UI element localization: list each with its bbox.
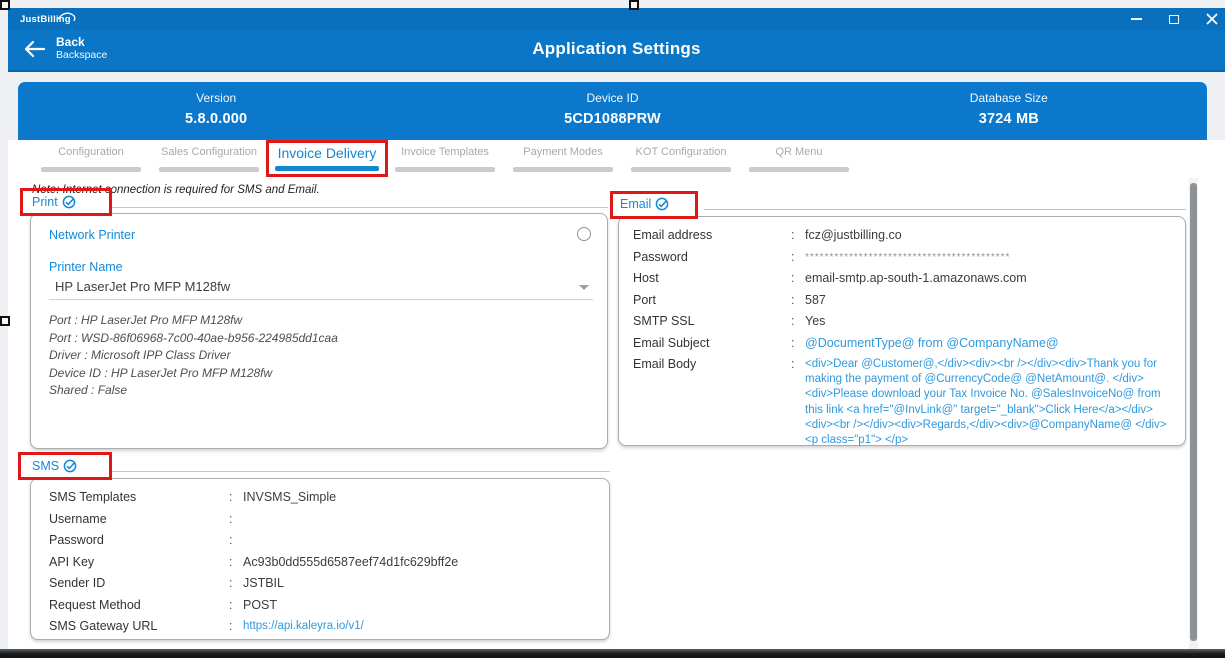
email-port-row[interactable]: Port : 587 (633, 290, 1175, 312)
email-section-legend[interactable]: Email (620, 197, 674, 211)
scrollbar-thumb[interactable] (1190, 183, 1197, 641)
network-printer-option[interactable]: Network Printer (49, 228, 135, 242)
sms-password-row[interactable]: Password : (49, 530, 599, 552)
email-legend-rule (704, 209, 1186, 210)
database-size-info: Database Size 3724 MB (811, 82, 1207, 140)
email-legend-label: Email (620, 197, 651, 211)
printer-detail-line: Port : WSD-86f06968-7c00-40ae-b956-22498… (49, 330, 338, 348)
chevron-down-icon (579, 285, 589, 290)
version-label: Version (18, 91, 414, 105)
tab-underline (513, 167, 613, 172)
smtp-ssl-row[interactable]: SMTP SSL : Yes (633, 311, 1175, 333)
tab-kot-configuration[interactable]: KOT Configuration (622, 145, 740, 178)
tab-underline (749, 167, 849, 172)
sms-request-method-row[interactable]: Request Method : POST (49, 595, 599, 617)
spacer-band (8, 72, 1225, 82)
print-legend-label: Print (32, 195, 58, 209)
tab-invoice-delivery[interactable]: Invoice Delivery (268, 145, 386, 178)
selection-handle (0, 0, 10, 10)
tab-underline (631, 167, 731, 172)
printer-details: Port : HP LaserJet Pro MFP M128fw Port :… (49, 312, 338, 400)
sms-templates-row[interactable]: SMS Templates : INVSMS_Simple (49, 487, 599, 509)
network-printer-radio[interactable] (577, 227, 591, 241)
sms-section-legend[interactable]: SMS (32, 459, 82, 473)
email-body-row[interactable]: Email Body : <div>Dear @Customer@,</div>… (633, 354, 1175, 448)
print-panel: Network Printer Printer Name HP LaserJet… (30, 213, 608, 449)
sms-sender-id-row[interactable]: Sender ID : JSTBIL (49, 573, 599, 595)
email-address-row[interactable]: Email address : fcz@justbilling.co (633, 225, 1175, 247)
window-bottom-edge (0, 649, 1225, 658)
printer-name-label: Printer Name (49, 260, 123, 274)
printer-detail-line: Driver : Microsoft IPP Class Driver (49, 347, 338, 365)
sms-legend-rule (112, 471, 610, 472)
version-info: Version 5.8.0.000 (18, 82, 414, 140)
sms-legend-label: SMS (32, 459, 59, 473)
info-bar: Version 5.8.0.000 Device ID 5CD1088PRW D… (18, 82, 1207, 140)
app-bar: Back Backspace Application Settings (8, 30, 1225, 72)
sms-gateway-url-row[interactable]: SMS Gateway URL : https://api.kaleyra.io… (49, 616, 599, 638)
database-size-value: 3724 MB (811, 111, 1207, 127)
check-circle-icon[interactable] (62, 195, 76, 209)
database-size-label: Database Size (811, 91, 1207, 105)
printer-detail-line: Port : HP LaserJet Pro MFP M128fw (49, 312, 338, 330)
close-button[interactable] (1205, 12, 1219, 26)
check-circle-icon[interactable] (655, 197, 669, 211)
sms-panel: SMS Templates : INVSMS_Simple Username :… (30, 478, 610, 640)
sms-api-key-row[interactable]: API Key : Ac93b0dd555d6587eef74d1fc629bf… (49, 552, 599, 574)
printer-detail-line: Device ID : HP LaserJet Pro MFP M128fw (49, 365, 338, 383)
app-logo: JustBilling (20, 11, 71, 27)
email-password-row[interactable]: Password : *****************************… (633, 247, 1175, 269)
selection-handle (0, 316, 10, 326)
printer-detail-line: Shared : False (49, 382, 338, 400)
page-title: Application Settings (8, 39, 1225, 59)
maximize-button[interactable] (1167, 12, 1181, 26)
invoice-delivery-panel: Note: Internet connection is required fo… (8, 178, 1225, 649)
printer-name-value: HP LaserJet Pro MFP M128fw (55, 279, 230, 294)
minimize-button[interactable] (1129, 12, 1143, 26)
tab-underline (395, 167, 495, 172)
tab-underline (159, 167, 259, 172)
device-id-value: 5CD1088PRW (414, 111, 810, 127)
info-bar-wrap: Version 5.8.0.000 Device ID 5CD1088PRW D… (8, 82, 1225, 140)
vertical-scrollbar[interactable] (1189, 178, 1198, 649)
tab-payment-modes[interactable]: Payment Modes (504, 145, 622, 178)
title-bar: JustBilling (8, 8, 1225, 30)
email-host-row[interactable]: Host : email-smtp.ap-south-1.amazonaws.c… (633, 268, 1175, 290)
tab-configuration[interactable]: Configuration (32, 145, 150, 178)
sms-username-row[interactable]: Username : (49, 509, 599, 531)
settings-tabs: Configuration Sales Configuration Invoic… (8, 140, 1225, 178)
tab-invoice-templates[interactable]: Invoice Templates (386, 145, 504, 178)
device-id-label: Device ID (414, 91, 810, 105)
logo-swoosh-icon (57, 10, 79, 22)
tab-qr-menu[interactable]: QR Menu (740, 145, 858, 178)
tab-underline (41, 167, 141, 172)
printer-name-select[interactable]: HP LaserJet Pro MFP M128fw (49, 276, 593, 300)
version-value: 5.8.0.000 (18, 111, 414, 127)
tab-sales-configuration[interactable]: Sales Configuration (150, 145, 268, 178)
close-icon (1206, 13, 1218, 25)
app-window: JustBilling Back Backspace A (8, 8, 1225, 649)
selection-handle (629, 0, 639, 10)
print-section-legend[interactable]: Print (32, 195, 81, 209)
email-panel: Email address : fcz@justbilling.co Passw… (618, 216, 1186, 446)
email-subject-row[interactable]: Email Subject : @DocumentType@ from @Com… (633, 333, 1175, 355)
maximize-icon (1169, 15, 1179, 24)
minimize-icon (1131, 18, 1142, 20)
annotation-red-box (266, 140, 388, 177)
print-legend-rule (112, 207, 608, 208)
device-id-info: Device ID 5CD1088PRW (414, 82, 810, 140)
check-circle-icon[interactable] (63, 459, 77, 473)
